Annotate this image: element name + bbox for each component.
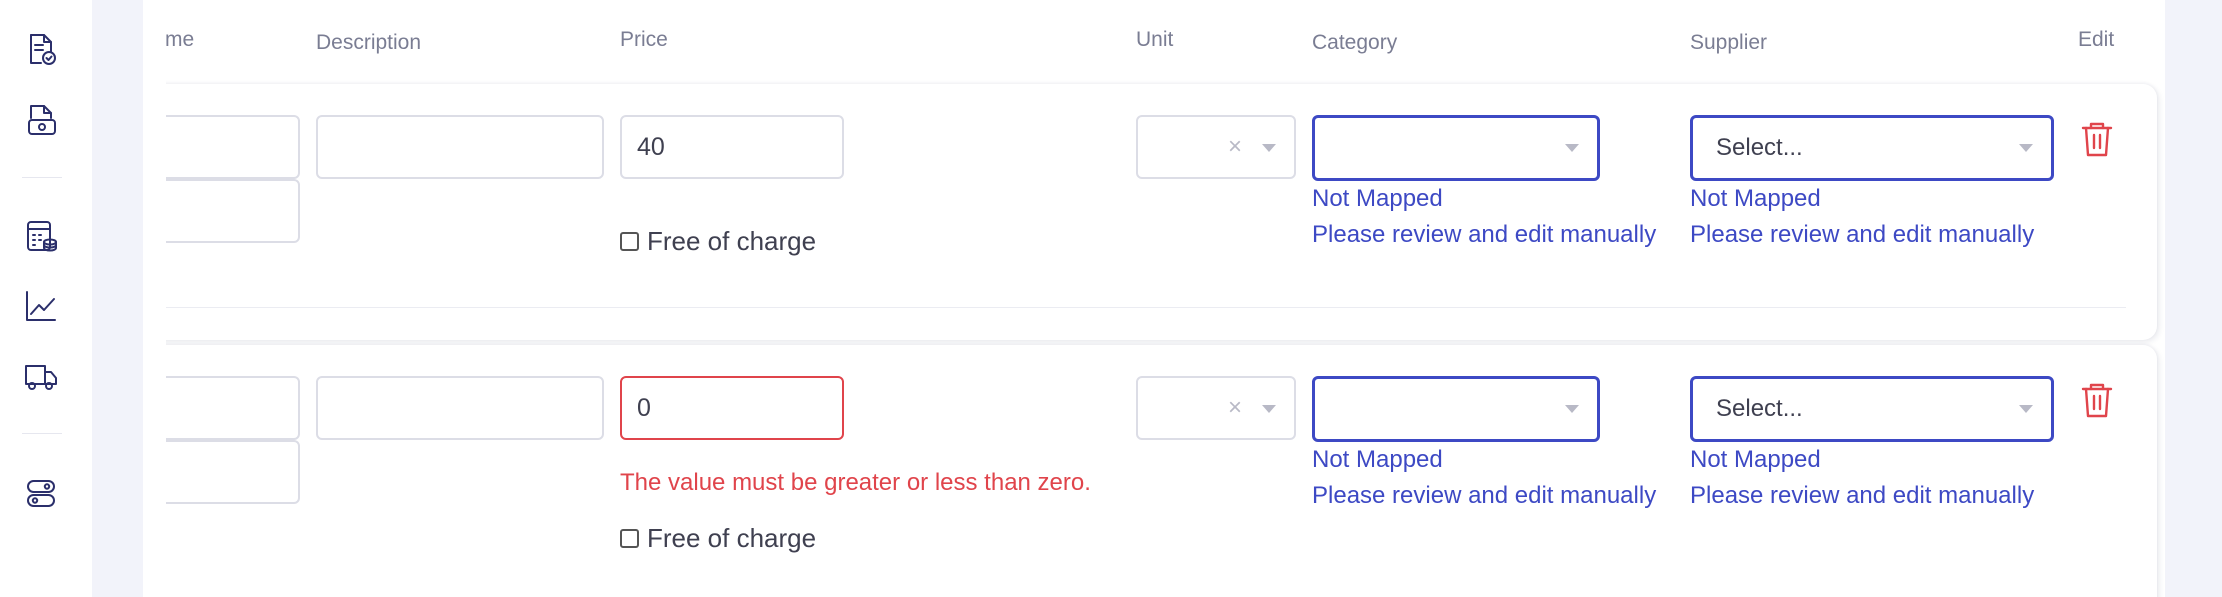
column-header-unit: Unit: [1136, 28, 1174, 51]
checkbox-box[interactable]: [620, 529, 639, 548]
chevron-down-icon[interactable]: [1565, 405, 1579, 413]
column-header-edit: Edit: [2078, 28, 2115, 51]
unit-select[interactable]: ×: [1136, 376, 1296, 440]
column-header-price: Price: [620, 28, 668, 51]
supplier-select-placeholder: Select...: [1716, 134, 1803, 161]
chevron-down-icon[interactable]: [1565, 144, 1579, 152]
chevron-down-icon[interactable]: [2019, 144, 2033, 152]
checkbox-box[interactable]: [620, 232, 639, 251]
category-select[interactable]: [1312, 115, 1600, 181]
table-row: 0 The value must be greater or less than…: [143, 345, 2157, 597]
name-secondary-input[interactable]: [143, 179, 300, 243]
unit-select[interactable]: ×: [1136, 115, 1296, 179]
clear-icon[interactable]: ×: [1228, 133, 1242, 161]
sidebar-rail: [0, 0, 92, 597]
supplier-hint: Please review and edit manually: [1690, 221, 2035, 248]
chevron-down-icon[interactable]: [1262, 405, 1276, 413]
price-input[interactable]: 40: [620, 115, 844, 179]
scroll-edge-mask: [143, 0, 166, 597]
free-of-charge-label: Free of charge: [647, 523, 817, 553]
trash-icon[interactable]: [2080, 120, 2114, 158]
supplier-status: Not Mapped: [1690, 185, 1821, 212]
free-of-charge-checkbox[interactable]: Free of charge: [620, 523, 816, 554]
row-divider: [143, 307, 2126, 308]
supplier-hint: Please review and edit manually: [1690, 482, 2035, 509]
table-row: 40 Free of charge × Not Mapped Please re…: [143, 84, 2157, 340]
price-error-message: The value must be greater or less than z…: [620, 469, 1091, 496]
column-header-supplier: Supplier: [1690, 31, 1768, 54]
name-secondary-input[interactable]: [143, 440, 300, 504]
chevron-down-icon[interactable]: [2019, 405, 2033, 413]
supplier-select[interactable]: Select...: [1690, 115, 2054, 181]
document-check-icon[interactable]: [22, 30, 60, 68]
category-status: Not Mapped: [1312, 185, 1443, 212]
supplier-status: Not Mapped: [1690, 446, 1821, 473]
category-select[interactable]: [1312, 376, 1600, 442]
trash-icon[interactable]: [2080, 381, 2114, 419]
description-input[interactable]: [316, 376, 604, 440]
delivery-truck-icon[interactable]: [22, 357, 60, 395]
supplier-select[interactable]: Select...: [1690, 376, 2054, 442]
description-input[interactable]: [316, 115, 604, 179]
supplier-select-placeholder: Select...: [1716, 395, 1803, 422]
name-input[interactable]: [143, 115, 300, 179]
category-hint: Please review and edit manually: [1312, 221, 1657, 248]
trend-chart-icon[interactable]: [22, 287, 60, 325]
calculator-database-icon[interactable]: [22, 217, 60, 255]
name-input[interactable]: [143, 376, 300, 440]
line-items-table: me Description Price Unit Category Suppl…: [143, 0, 2165, 597]
free-of-charge-checkbox[interactable]: Free of charge: [620, 226, 816, 257]
column-header-name: me: [165, 28, 195, 51]
free-of-charge-label: Free of charge: [647, 226, 817, 256]
clear-icon[interactable]: ×: [1228, 394, 1242, 422]
column-header-category: Category: [1312, 31, 1398, 54]
price-input[interactable]: 0: [620, 376, 844, 440]
column-header-description: Description: [316, 31, 422, 54]
chevron-down-icon[interactable]: [1262, 144, 1276, 152]
category-hint: Please review and edit manually: [1312, 482, 1657, 509]
category-status: Not Mapped: [1312, 446, 1443, 473]
toggle-switch-icon[interactable]: [22, 474, 60, 512]
money-document-icon[interactable]: [22, 101, 60, 139]
